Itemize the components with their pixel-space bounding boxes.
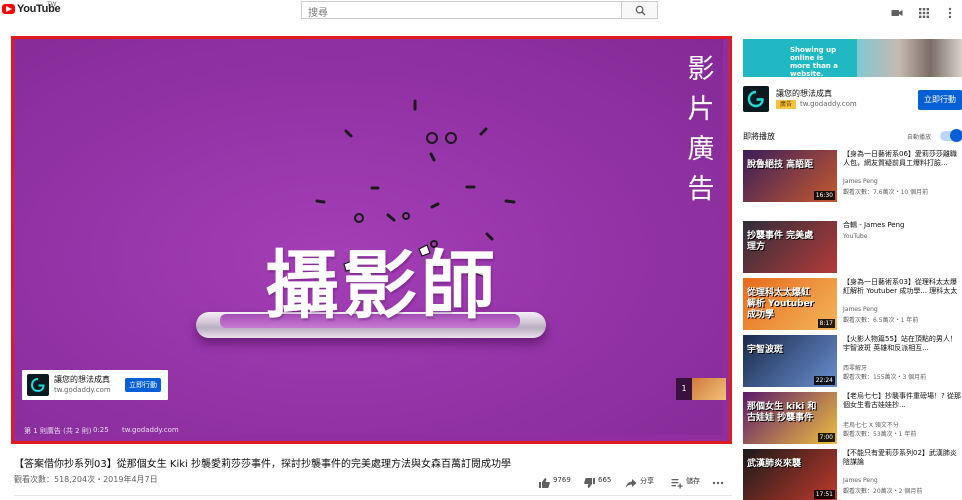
dislike-icon[interactable]: [584, 474, 596, 493]
video-duration-badge: 16:30: [813, 191, 835, 200]
recommendation-channel[interactable]: James Peng: [843, 477, 878, 484]
like-count: 9769: [553, 476, 571, 484]
create-video-icon[interactable]: [891, 4, 903, 16]
ad-time-remaining: 0:25: [93, 426, 109, 434]
next-ad-count: 1: [676, 378, 692, 400]
banner-ad-photo: [857, 39, 962, 77]
sponsor-title[interactable]: 讓您的想法成真: [776, 88, 832, 99]
recommendation-meta: 觀看次數：6.5萬次・1 年前: [843, 317, 919, 324]
thumbnail-overlay-text: 宇智波斑: [747, 345, 784, 355]
thumbnail-overlay-text: 那個女生 kiki 和 古娃娃 抄襲事件: [747, 402, 817, 423]
section-divider: [14, 495, 732, 496]
recommendation-channel[interactable]: 老烏七七 X 領文不分: [843, 420, 899, 429]
video-duration-badge: 7:00: [817, 433, 835, 442]
search-icon: [635, 5, 646, 16]
thumbnail-overlay-text: 武漢肺炎來襲: [747, 459, 802, 469]
video-duration-badge: 17:51: [813, 490, 835, 499]
dislike-count: 665: [598, 476, 612, 484]
ad-card-cta-button[interactable]: 立即行動: [125, 378, 161, 392]
autoplay-label: 自動播放: [907, 134, 932, 141]
recommendation-title[interactable]: 【不能只有愛莉莎系列02】武漢肺炎陰謀論: [843, 449, 962, 467]
recommendation-title[interactable]: 【身為一日藝術系06】愛莉莎莎離職人包，網友質疑前員工爆料打臉...: [843, 150, 962, 168]
recommendation-channel[interactable]: James Peng: [843, 306, 878, 313]
thumbnail-overlay-text: 抄襲事件 完美處理方: [747, 231, 814, 252]
recommendation-meta: 觀看次數：155萬次・3 個月前: [843, 374, 927, 381]
video-duration-badge: 8:17: [817, 319, 835, 328]
share-button-label[interactable]: 分享: [640, 476, 654, 486]
recommendation-thumbnail[interactable]: 宇智波斑 22:24: [743, 335, 837, 387]
share-icon[interactable]: [625, 474, 637, 493]
video-duration-badge: 22:24: [813, 376, 835, 385]
recommendation-meta: 觀看次數：7.6萬次・10 個月前: [843, 189, 929, 196]
ad-card-url: tw.godaddy.com: [54, 386, 111, 394]
ad-info-text: 第 1 則廣告 (共 2 則): [24, 427, 92, 435]
like-icon[interactable]: [538, 474, 550, 493]
autoplay-toggle-knob[interactable]: [950, 129, 962, 142]
recommendation-title[interactable]: 【身為一日藝術系03】從理科太太爆紅解析 Youtuber 成功學... 理科太…: [843, 278, 962, 296]
video-overlay-title: 攝影師: [265, 243, 499, 329]
sponsor-url: tw.godaddy.com: [800, 100, 857, 108]
recommendation-thumbnail[interactable]: 武漢肺炎來襲 17:51: [743, 449, 837, 500]
more-options-icon[interactable]: [944, 4, 956, 19]
recommendation-thumbnail[interactable]: 那個女生 kiki 和 古娃娃 抄襲事件 7:00: [743, 392, 837, 444]
recommendation-thumbnail[interactable]: 從理科太太爆紅 解析 Youtuber 成功學 8:17: [743, 278, 837, 330]
watch-view-count: 觀看次數：518,204次・2019年4月7日: [14, 475, 158, 484]
more-actions-icon[interactable]: [712, 474, 724, 493]
save-button-label[interactable]: 儲存: [686, 476, 700, 486]
banner-ad-text: Showing up online is more than a website…: [790, 46, 838, 78]
search-input[interactable]: 搜尋: [301, 1, 621, 19]
recommendation-title[interactable]: 合輯 - James Peng: [843, 221, 962, 230]
recommendation-meta: 觀看次數：53萬次・1 年前: [843, 431, 917, 438]
ad-card-title[interactable]: 讓您的想法成真: [54, 374, 110, 385]
recommendation-channel[interactable]: YouTube: [843, 233, 867, 240]
search-button[interactable]: [621, 1, 658, 19]
ad-badge: 廣告: [776, 100, 796, 109]
recommendation-meta: 觀看次數：20萬次・2 個月前: [843, 488, 923, 495]
next-video-preview-thumbnail[interactable]: [692, 378, 726, 400]
recommendation-title[interactable]: 【火影人物篇55】站在頂點的男人！宇智波斑 英雄和反派相互...: [843, 335, 962, 353]
apps-grid-icon[interactable]: [918, 4, 930, 18]
logo-region-code: TW: [47, 2, 57, 8]
youtube-logo-icon[interactable]: [2, 4, 15, 14]
godaddy-logo-icon: [27, 374, 49, 396]
ad-vertical-label: 影片廣告: [687, 54, 715, 205]
recommendation-thumbnail[interactable]: 抄襲事件 完美處理方: [743, 221, 837, 273]
save-to-playlist-icon[interactable]: [671, 474, 683, 493]
sponsor-logo-icon[interactable]: [743, 86, 769, 112]
sponsor-cta-button[interactable]: 立即行動: [918, 90, 962, 110]
recommendation-thumbnail[interactable]: 脫魯絕技 高語距 16:30: [743, 150, 837, 202]
up-next-heading: 即將播放: [743, 132, 775, 141]
thumbnail-overlay-text: 從理科太太爆紅 解析 Youtuber 成功學: [747, 288, 815, 320]
watch-video-title: 【答案借你抄系列03】從那個女生 Kiki 抄襲愛莉莎莎事件，探討抄襲事件的完美…: [14, 459, 511, 470]
recommendation-channel[interactable]: 西零解牙: [843, 363, 867, 372]
thumbnail-overlay-text: 脫魯絕技 高語距: [747, 160, 814, 170]
ad-domain-link[interactable]: tw.godaddy.com: [122, 426, 179, 434]
recommendation-channel[interactable]: James Peng: [843, 178, 878, 185]
recommendation-title[interactable]: 【老烏七七】抄襲事件重磅場！? 從那個女生看古娃娃抄...: [843, 392, 962, 410]
